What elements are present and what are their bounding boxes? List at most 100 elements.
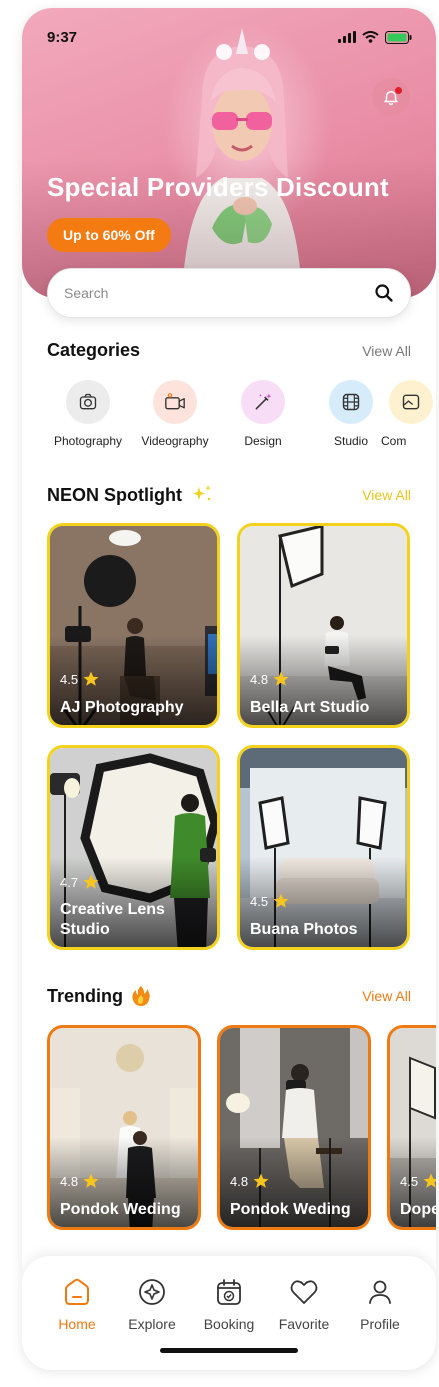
star-icon	[83, 1173, 99, 1188]
home-indicator[interactable]	[160, 1348, 298, 1353]
trending-title: Trending	[47, 985, 123, 1006]
star-icon	[273, 671, 289, 686]
category-photography[interactable]: Photography	[43, 380, 133, 448]
categories-header: Categories View All	[47, 340, 411, 361]
hero-title: Special Providers Discount	[47, 172, 389, 202]
film-icon	[342, 393, 360, 411]
camera-icon	[79, 393, 97, 410]
nav-label: Explore	[128, 1316, 176, 1332]
home-icon	[65, 1278, 89, 1305]
category-label: Photography	[53, 434, 123, 448]
nav-label: Favorite	[278, 1316, 330, 1332]
star-icon	[83, 671, 99, 686]
search-bar[interactable]: Search	[47, 268, 411, 318]
rating-value: 4.8	[250, 671, 269, 687]
spotlight-view-all[interactable]: View All	[362, 487, 411, 503]
card-title: AJ Photography	[60, 699, 184, 716]
nav-home[interactable]: Home	[37, 1276, 117, 1332]
rating: 4.5	[250, 892, 290, 910]
card-title: Dope	[400, 1201, 436, 1218]
nav-booking-icon-wrap	[213, 1276, 245, 1308]
status-time: 9:37	[47, 28, 78, 46]
spotlight-card[interactable]: 4.8 Bella Art Studio	[237, 523, 410, 728]
nav-explore-icon-wrap	[136, 1276, 168, 1308]
rating: 4.8	[230, 1172, 270, 1190]
trending-title-wrap: Trending	[47, 985, 151, 1007]
image-icon	[402, 394, 420, 410]
category-label: Videography	[141, 434, 209, 448]
fire-icon	[132, 986, 150, 1006]
category-label: Com	[381, 434, 407, 448]
nav-profile[interactable]: Profile	[340, 1276, 420, 1332]
star-icon	[83, 874, 99, 889]
categories-title: Categories	[47, 340, 141, 360]
rating: 4.5	[60, 670, 100, 688]
card-title: Pondok Weding	[60, 1201, 181, 1218]
trending-view-all[interactable]: View All	[362, 988, 411, 1004]
spotlight-card[interactable]: 4.5 Buana Photos	[237, 745, 410, 950]
search-input[interactable]: Search	[64, 285, 108, 301]
star-icon	[423, 1173, 436, 1188]
rating: 4.8	[60, 1172, 100, 1190]
star-icon	[253, 1173, 269, 1188]
nav-favorite-icon-wrap	[288, 1276, 320, 1308]
category-photography-badge	[66, 380, 110, 424]
trending-card[interactable]: 4.5 Dope	[387, 1025, 436, 1230]
phone-frame: 9:37 Special Providers Discount Up to 60…	[22, 8, 436, 1370]
signal-icon	[338, 31, 356, 43]
rating-value: 4.5	[400, 1173, 419, 1189]
rating-value: 4.7	[60, 874, 79, 890]
category-com-badge	[389, 380, 433, 424]
spotlight-header: NEON Spotlight View All	[47, 484, 411, 506]
card-title: Bella Art Studio	[250, 699, 370, 716]
card-title: Pondok Weding	[230, 1201, 351, 1218]
rating-value: 4.5	[60, 671, 79, 687]
status-bar: 9:37	[47, 27, 412, 47]
category-videography-badge	[153, 380, 197, 424]
category-design[interactable]: Design	[218, 380, 308, 448]
battery-icon	[385, 30, 412, 44]
promo-button[interactable]: Up to 60% Off	[47, 218, 171, 252]
nav-booking[interactable]: Booking	[189, 1276, 269, 1332]
notification-dot	[395, 87, 402, 94]
category-label: Design	[244, 434, 282, 448]
video-camera-icon	[165, 393, 185, 410]
spotlight-card[interactable]: 4.7 Creative Lens Studio	[47, 745, 220, 950]
hero-banner[interactable]: 9:37 Special Providers Discount Up to 60…	[22, 8, 436, 298]
nav-favorite[interactable]: Favorite	[264, 1276, 344, 1332]
rating: 4.8	[250, 670, 290, 688]
nav-home-icon-wrap	[61, 1276, 93, 1308]
category-studio-badge	[329, 380, 373, 424]
spotlight-card[interactable]: 4.5 AJ Photography	[47, 523, 220, 728]
rating-value: 4.5	[250, 893, 269, 909]
nav-label: Profile	[360, 1316, 400, 1332]
nav-explore[interactable]: Explore	[112, 1276, 192, 1332]
rating: 4.7	[60, 873, 100, 891]
calendar-icon	[217, 1279, 241, 1305]
category-design-badge	[241, 380, 285, 424]
rating-value: 4.8	[230, 1173, 249, 1189]
trending-card[interactable]: 4.8 Pondok Weding	[217, 1025, 371, 1230]
status-icons	[338, 30, 412, 44]
user-icon	[369, 1280, 391, 1304]
nav-label: Booking	[203, 1316, 255, 1332]
search-icon[interactable]	[374, 283, 394, 303]
spotlight-title-wrap: NEON Spotlight	[47, 484, 214, 506]
trending-header: Trending View All	[47, 985, 411, 1007]
magic-wand-icon	[255, 393, 272, 410]
card-title: Buana Photos	[250, 921, 358, 938]
star-icon	[273, 893, 289, 908]
rating: 4.5	[400, 1172, 436, 1190]
compass-icon	[139, 1279, 165, 1305]
spotlight-title: NEON Spotlight	[47, 484, 182, 505]
sparkle-icon	[192, 485, 211, 501]
rating-value: 4.8	[60, 1173, 79, 1189]
card-title: Creative Lens Studio	[60, 901, 165, 938]
nav-label: Home	[58, 1316, 96, 1332]
heart-icon	[290, 1280, 318, 1304]
notification-button[interactable]	[372, 78, 410, 116]
trending-card[interactable]: 4.8 Pondok Weding	[47, 1025, 201, 1230]
category-videography[interactable]: Videography	[130, 380, 220, 448]
category-com[interactable]: Com	[381, 380, 436, 448]
categories-view-all[interactable]: View All	[362, 343, 411, 359]
